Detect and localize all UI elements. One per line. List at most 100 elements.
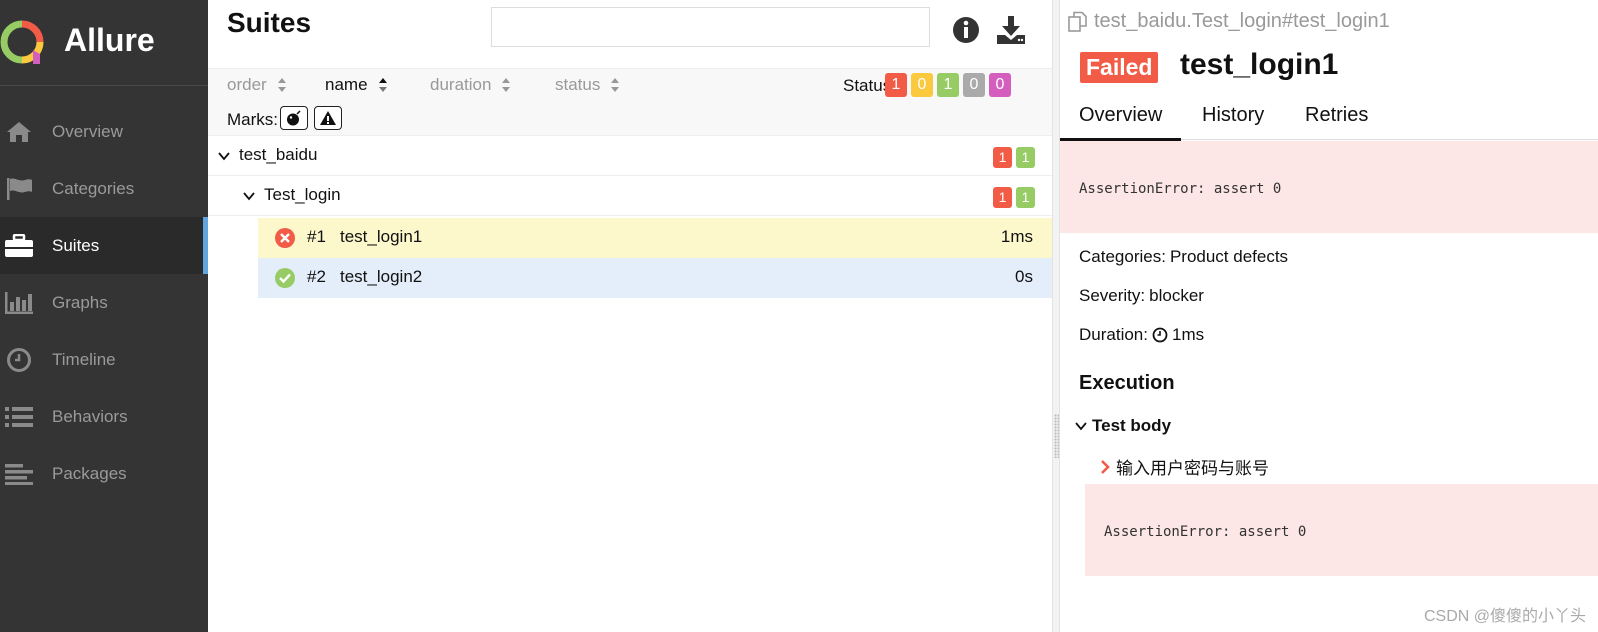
status-filter-broken[interactable]: 0: [911, 73, 933, 97]
clock-icon: [1152, 327, 1168, 343]
sidebar-item-label: Graphs: [52, 292, 108, 312]
tab-retries[interactable]: Retries: [1305, 104, 1368, 127]
test-row[interactable]: #2 test_login2 0s: [258, 258, 1052, 298]
sort-arrows-icon: [277, 78, 286, 92]
allure-logo-icon: [0, 20, 44, 64]
failed-status-icon: [275, 228, 295, 248]
tab-history[interactable]: History: [1202, 104, 1264, 127]
categories-line: Categories: Product defects: [1079, 247, 1288, 267]
sidebar-item-label: Timeline: [52, 349, 116, 369]
test-duration: 0s: [1015, 267, 1033, 286]
status-filter-passed[interactable]: 1: [937, 73, 959, 97]
sidebar-item-packages[interactable]: Packages: [0, 445, 208, 502]
sort-name-button[interactable]: name: [325, 75, 388, 95]
failed-count-badge: 1: [993, 187, 1012, 208]
watermark: CSDN @傻傻的小丫头: [1423, 608, 1586, 625]
sidebar-item-overview[interactable]: Overview: [0, 103, 208, 160]
brand-name: Allure: [64, 22, 155, 58]
breadcrumb-text: test_baidu.Test_login#test_login1: [1094, 10, 1390, 32]
sort-duration-button[interactable]: duration: [430, 75, 511, 95]
brand[interactable]: Allure: [0, 0, 208, 86]
sidebar-item-label: Behaviors: [52, 406, 128, 426]
copy-icon[interactable]: [1068, 11, 1088, 33]
sort-toolbar: order name duration status Status: 1 0 1…: [208, 68, 1052, 136]
sort-status-button[interactable]: status: [555, 75, 620, 95]
severity-line: Severity: blocker: [1079, 286, 1204, 306]
error-message: AssertionError: assert 0: [1079, 181, 1282, 197]
status-filter-unknown[interactable]: 0: [989, 73, 1011, 97]
sort-label: order: [227, 75, 267, 94]
suite-row[interactable]: test_baidu 1 1: [208, 136, 1052, 176]
test-name: test_login2: [340, 267, 423, 286]
categories-label: Categories:: [1079, 247, 1166, 266]
sidebar-item-suites[interactable]: Suites: [0, 217, 208, 274]
pane-splitter[interactable]: [1052, 0, 1060, 632]
sidebar-item-timeline[interactable]: Timeline: [0, 331, 208, 388]
chevron-down-icon: [1075, 422, 1087, 431]
marks-label: Marks:: [227, 110, 278, 129]
breadcrumb: test_baidu.Test_login#test_login1: [1068, 10, 1390, 33]
sort-label: duration: [430, 75, 492, 94]
sort-order-button[interactable]: order: [227, 75, 287, 95]
suite-name: test_baidu: [239, 145, 318, 164]
chevron-down-icon: [218, 152, 230, 161]
status-badge: Failed: [1080, 52, 1159, 83]
sidebar-item-label: Packages: [52, 463, 127, 483]
test-number: #2: [307, 267, 326, 286]
duration-line: Duration: 1ms: [1079, 325, 1204, 345]
list-icon: [4, 404, 34, 430]
sort-arrows-icon: [611, 78, 620, 92]
duration-value: 1ms: [1171, 325, 1205, 344]
tab-overview[interactable]: Overview: [1059, 104, 1182, 141]
align-left-icon: [4, 461, 34, 487]
test-detail-pane: test_baidu.Test_login#test_login1 Failed…: [1059, 0, 1598, 632]
tabs: Overview History Retries: [1059, 94, 1598, 141]
sort-label: status: [555, 75, 601, 94]
chevron-down-icon: [243, 192, 255, 201]
duration-label: Duration:: [1079, 325, 1148, 344]
sidebar-item-label: Suites: [52, 235, 100, 255]
page-title: Suites: [227, 7, 312, 38]
failed-count-badge: 1: [993, 147, 1012, 168]
sidebar-item-behaviors[interactable]: Behaviors: [0, 388, 208, 445]
test-body-toggle[interactable]: Test body: [1074, 416, 1171, 436]
step-label: 输入用户密码与账号: [1116, 459, 1269, 478]
test-body-label: Test body: [1092, 416, 1172, 435]
suites-pane: Suites order name duration status Status…: [208, 0, 1052, 632]
sort-label: name: [325, 75, 368, 94]
passed-count-badge: 1: [1016, 187, 1035, 208]
sidebar-item-label: Overview: [52, 121, 123, 141]
status-filter-failed[interactable]: 1: [885, 73, 907, 97]
splitter-grip[interactable]: [1054, 414, 1059, 458]
test-row[interactable]: #1 test_login1 1ms: [258, 218, 1052, 258]
severity-label: Severity:: [1079, 286, 1146, 305]
bar-chart-icon: [4, 290, 34, 316]
sidebar-item-categories[interactable]: Categories: [0, 160, 208, 217]
test-number: #1: [307, 227, 326, 246]
passed-status-icon: [275, 268, 295, 288]
step-error-message: AssertionError: assert 0: [1104, 524, 1307, 540]
step-error-box: AssertionError: assert 0: [1085, 484, 1598, 576]
sidebar: Allure Overview Categories Suites Graphs…: [0, 0, 208, 632]
test-duration: 1ms: [1000, 227, 1033, 246]
status-filter-skipped[interactable]: 0: [963, 73, 985, 97]
class-row[interactable]: Test_login 1 1: [208, 176, 1052, 216]
sort-arrows-icon: [378, 78, 387, 92]
info-icon[interactable]: [952, 16, 980, 44]
mark-flaky-button[interactable]: [280, 106, 308, 130]
search-input[interactable]: [491, 7, 930, 47]
briefcase-icon: [4, 233, 34, 259]
mark-warning-button[interactable]: [314, 106, 342, 130]
sidebar-item-label: Categories: [52, 178, 135, 198]
bomb-icon: [287, 110, 301, 126]
home-icon: [4, 119, 34, 145]
passed-count-badge: 1: [1016, 147, 1035, 168]
test-name: test_login1: [340, 227, 423, 246]
categories-value: Product defects: [1169, 247, 1289, 266]
sidebar-item-graphs[interactable]: Graphs: [0, 274, 208, 331]
execution-heading: Execution: [1079, 372, 1175, 394]
flag-icon: [4, 176, 34, 202]
warning-icon: [320, 111, 336, 125]
step-row[interactable]: 输入用户密码与账号: [1100, 454, 1269, 479]
download-icon[interactable]: [995, 14, 1027, 46]
